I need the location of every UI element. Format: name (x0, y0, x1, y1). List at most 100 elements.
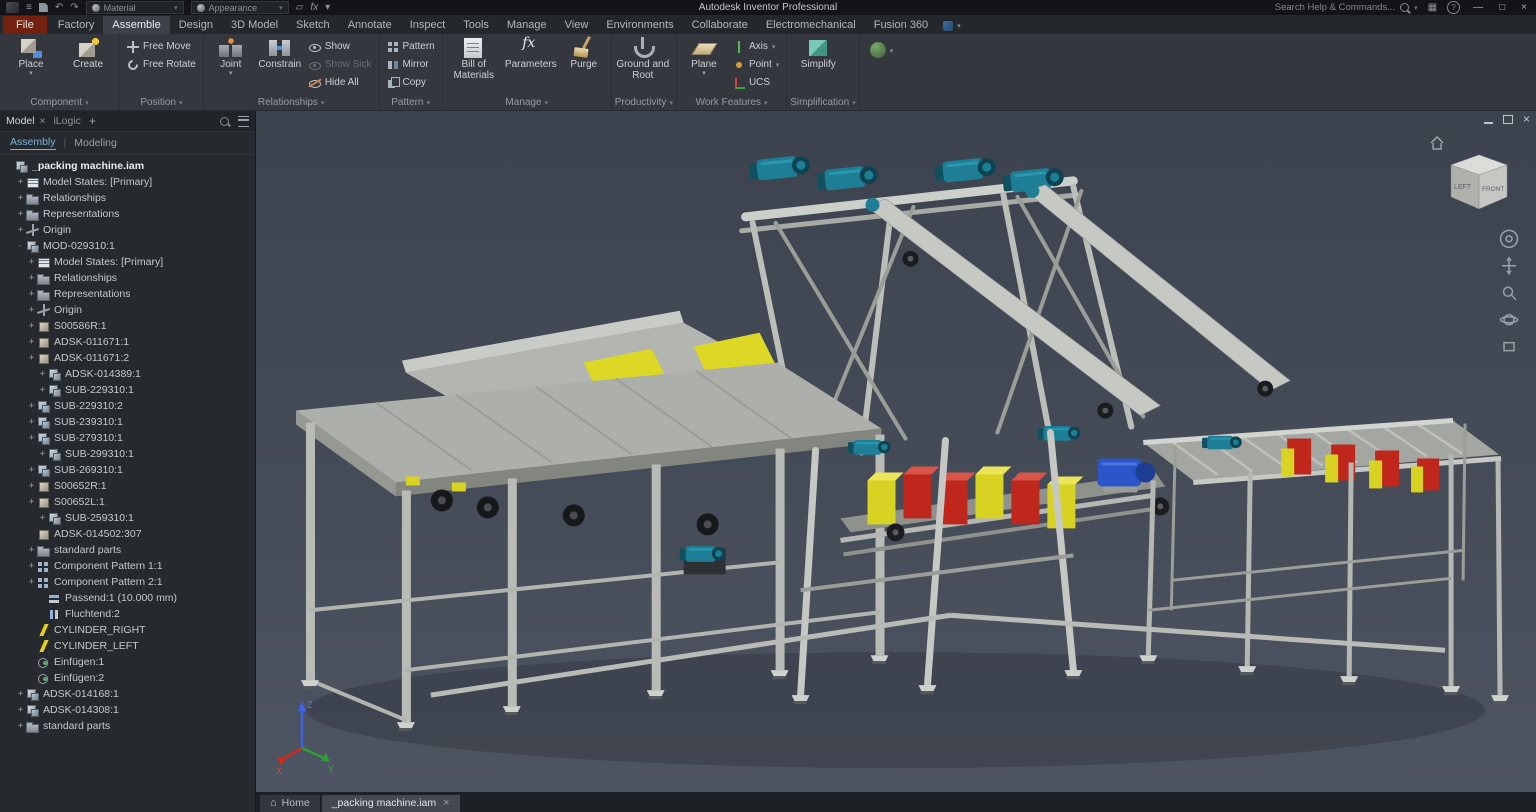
tree-item[interactable]: Fluchtend:2 (0, 606, 255, 622)
expander-icon[interactable]: + (26, 289, 37, 299)
expander-icon[interactable]: + (37, 385, 48, 395)
close-icon[interactable]: × (443, 797, 449, 809)
subtab-modeling[interactable]: Modeling (74, 137, 117, 149)
tree-item[interactable]: + SUB-279310:1 (0, 430, 255, 446)
mirror-button[interactable]: Mirror (383, 56, 439, 73)
tree-item[interactable]: + S00652L:1 (0, 494, 255, 510)
browser-search-icon[interactable] (220, 116, 229, 126)
tab-model[interactable]: Model × (6, 115, 45, 127)
chevron-down-icon[interactable]: ▾ (957, 22, 961, 30)
expander-icon[interactable]: + (26, 257, 37, 267)
tree-item[interactable]: + SUB-229310:1 (0, 382, 255, 398)
tree-item[interactable]: + Relationships (0, 190, 255, 206)
viewcube-front-label[interactable]: FRONT (1482, 186, 1504, 193)
tree-item[interactable]: - MOD-029310:1 (0, 238, 255, 254)
parameters-button[interactable]: Parameters (503, 35, 559, 71)
tree-item[interactable]: + Component Pattern 1:1 (0, 558, 255, 574)
free-rotate-button[interactable]: Free Rotate (123, 56, 200, 73)
parameters-fx-icon[interactable]: fx (310, 2, 318, 13)
expander-icon[interactable]: + (26, 545, 37, 555)
work-features-panel-label[interactable]: Work Features (680, 95, 783, 110)
tab-annotate[interactable]: Annotate (339, 16, 401, 34)
tree-item[interactable]: + Component Pattern 2:1 (0, 574, 255, 590)
free-move-button[interactable]: Free Move (123, 38, 200, 55)
tree-item[interactable]: CYLINDER_RIGHT (0, 622, 255, 638)
chevron-down-icon[interactable]: ▾ (325, 2, 330, 13)
tab-3d-model[interactable]: 3D Model (222, 16, 287, 34)
collaborate-badge-icon[interactable] (943, 21, 954, 31)
component-panel-label[interactable]: Component (3, 95, 116, 110)
hide-all-button[interactable]: Hide All (305, 74, 376, 91)
simplification-panel-label[interactable]: Simplification (790, 95, 855, 110)
productivity-panel-label[interactable]: Productivity (615, 95, 673, 110)
document-tab[interactable]: _packing machine.iam × (321, 795, 460, 812)
tab-manage[interactable]: Manage (498, 16, 556, 34)
document-tab[interactable]: ⌂ Home (260, 795, 320, 812)
tree-item[interactable]: + SUB-239310:1 (0, 414, 255, 430)
tree-item[interactable]: Passend:1 (10.000 mm) (0, 590, 255, 606)
axis-button[interactable]: Axis (729, 38, 783, 55)
expander-icon[interactable]: + (37, 513, 48, 523)
measure-icon[interactable]: ▱ (296, 2, 304, 13)
tab-collaborate[interactable]: Collaborate (683, 16, 757, 34)
expander-icon[interactable]: + (15, 193, 26, 203)
tree-item[interactable]: + SUB-299310:1 (0, 446, 255, 462)
tab-assemble[interactable]: Assemble (103, 16, 170, 34)
tree-item[interactable]: CYLINDER_LEFT (0, 638, 255, 654)
doc-restore-icon[interactable] (1502, 114, 1513, 124)
browser-menu-icon[interactable] (238, 115, 249, 127)
expander-icon[interactable]: + (26, 577, 37, 587)
redo-icon[interactable]: ↷ (70, 2, 78, 13)
subtab-assembly[interactable]: Assembly (10, 136, 56, 150)
undo-icon[interactable]: ↶ (55, 2, 63, 13)
tab-electromechanical[interactable]: Electromechanical (757, 16, 865, 34)
show-button[interactable]: Show (305, 38, 376, 55)
simplify-button[interactable]: Simplify (790, 35, 846, 71)
show-sick-button[interactable]: Show Sick (305, 56, 376, 73)
help-search-input[interactable]: Search Help & Commands... ▾ (1275, 2, 1418, 13)
tree-item[interactable]: + Representations (0, 286, 255, 302)
app-menu-icon[interactable]: ≡ (26, 2, 32, 13)
tab-fusion-360[interactable]: Fusion 360 (865, 16, 937, 34)
point-button[interactable]: Point (729, 56, 783, 73)
tree-item[interactable]: + ADSK-014308:1 (0, 702, 255, 718)
tree-item[interactable]: + standard parts (0, 542, 255, 558)
tab-inspect[interactable]: Inspect (401, 16, 454, 34)
tree-item[interactable]: + Representations (0, 206, 255, 222)
tree-item[interactable]: + Model States: [Primary] (0, 174, 255, 190)
expander-icon[interactable]: - (15, 241, 26, 251)
expander-icon[interactable]: + (26, 353, 37, 363)
expander-icon[interactable]: + (26, 337, 37, 347)
store-icon[interactable]: ▦ (1428, 2, 1437, 13)
expander-icon[interactable]: + (26, 417, 37, 427)
expander-icon[interactable]: + (26, 273, 37, 283)
save-icon[interactable] (38, 3, 48, 12)
close-button[interactable]: × (1518, 2, 1530, 13)
tree-item[interactable]: + ADSK-014168:1 (0, 686, 255, 702)
expander-icon[interactable]: + (26, 433, 37, 443)
close-icon[interactable]: × (40, 116, 46, 127)
tree-item[interactable]: Einfügen:1 (0, 654, 255, 670)
tab-factory[interactable]: Factory (49, 16, 104, 34)
tree-item[interactable]: + Relationships (0, 270, 255, 286)
chevron-down-icon[interactable]: ▾ (890, 47, 894, 55)
tree-item[interactable]: + S00586R:1 (0, 318, 255, 334)
tab-view[interactable]: View (556, 16, 598, 34)
tree-item[interactable]: + Origin (0, 302, 255, 318)
tree-item[interactable]: + standard parts (0, 718, 255, 734)
maximize-button[interactable]: □ (1496, 2, 1508, 13)
manage-panel-label[interactable]: Manage (446, 95, 608, 110)
expander-icon[interactable]: + (15, 177, 26, 187)
plane-button[interactable]: Plane ▾ (680, 35, 728, 76)
tree-item[interactable]: + ADSK-011671:1 (0, 334, 255, 350)
expander-icon[interactable]: + (15, 225, 26, 235)
tab-environments[interactable]: Environments (597, 16, 682, 34)
add-tab-icon[interactable]: + (89, 114, 96, 128)
appearance-dropdown[interactable]: Appearance ▾ (190, 1, 289, 14)
doc-close-icon[interactable]: × (1523, 113, 1530, 125)
expander-icon[interactable]: + (15, 705, 26, 715)
tab-sketch[interactable]: Sketch (287, 16, 339, 34)
tab-file[interactable]: File (3, 16, 47, 34)
tree-item[interactable]: _packing machine.iam (0, 158, 255, 174)
viewport-3d-canvas[interactable]: LEFT FRONT X Y Z (256, 111, 1536, 792)
